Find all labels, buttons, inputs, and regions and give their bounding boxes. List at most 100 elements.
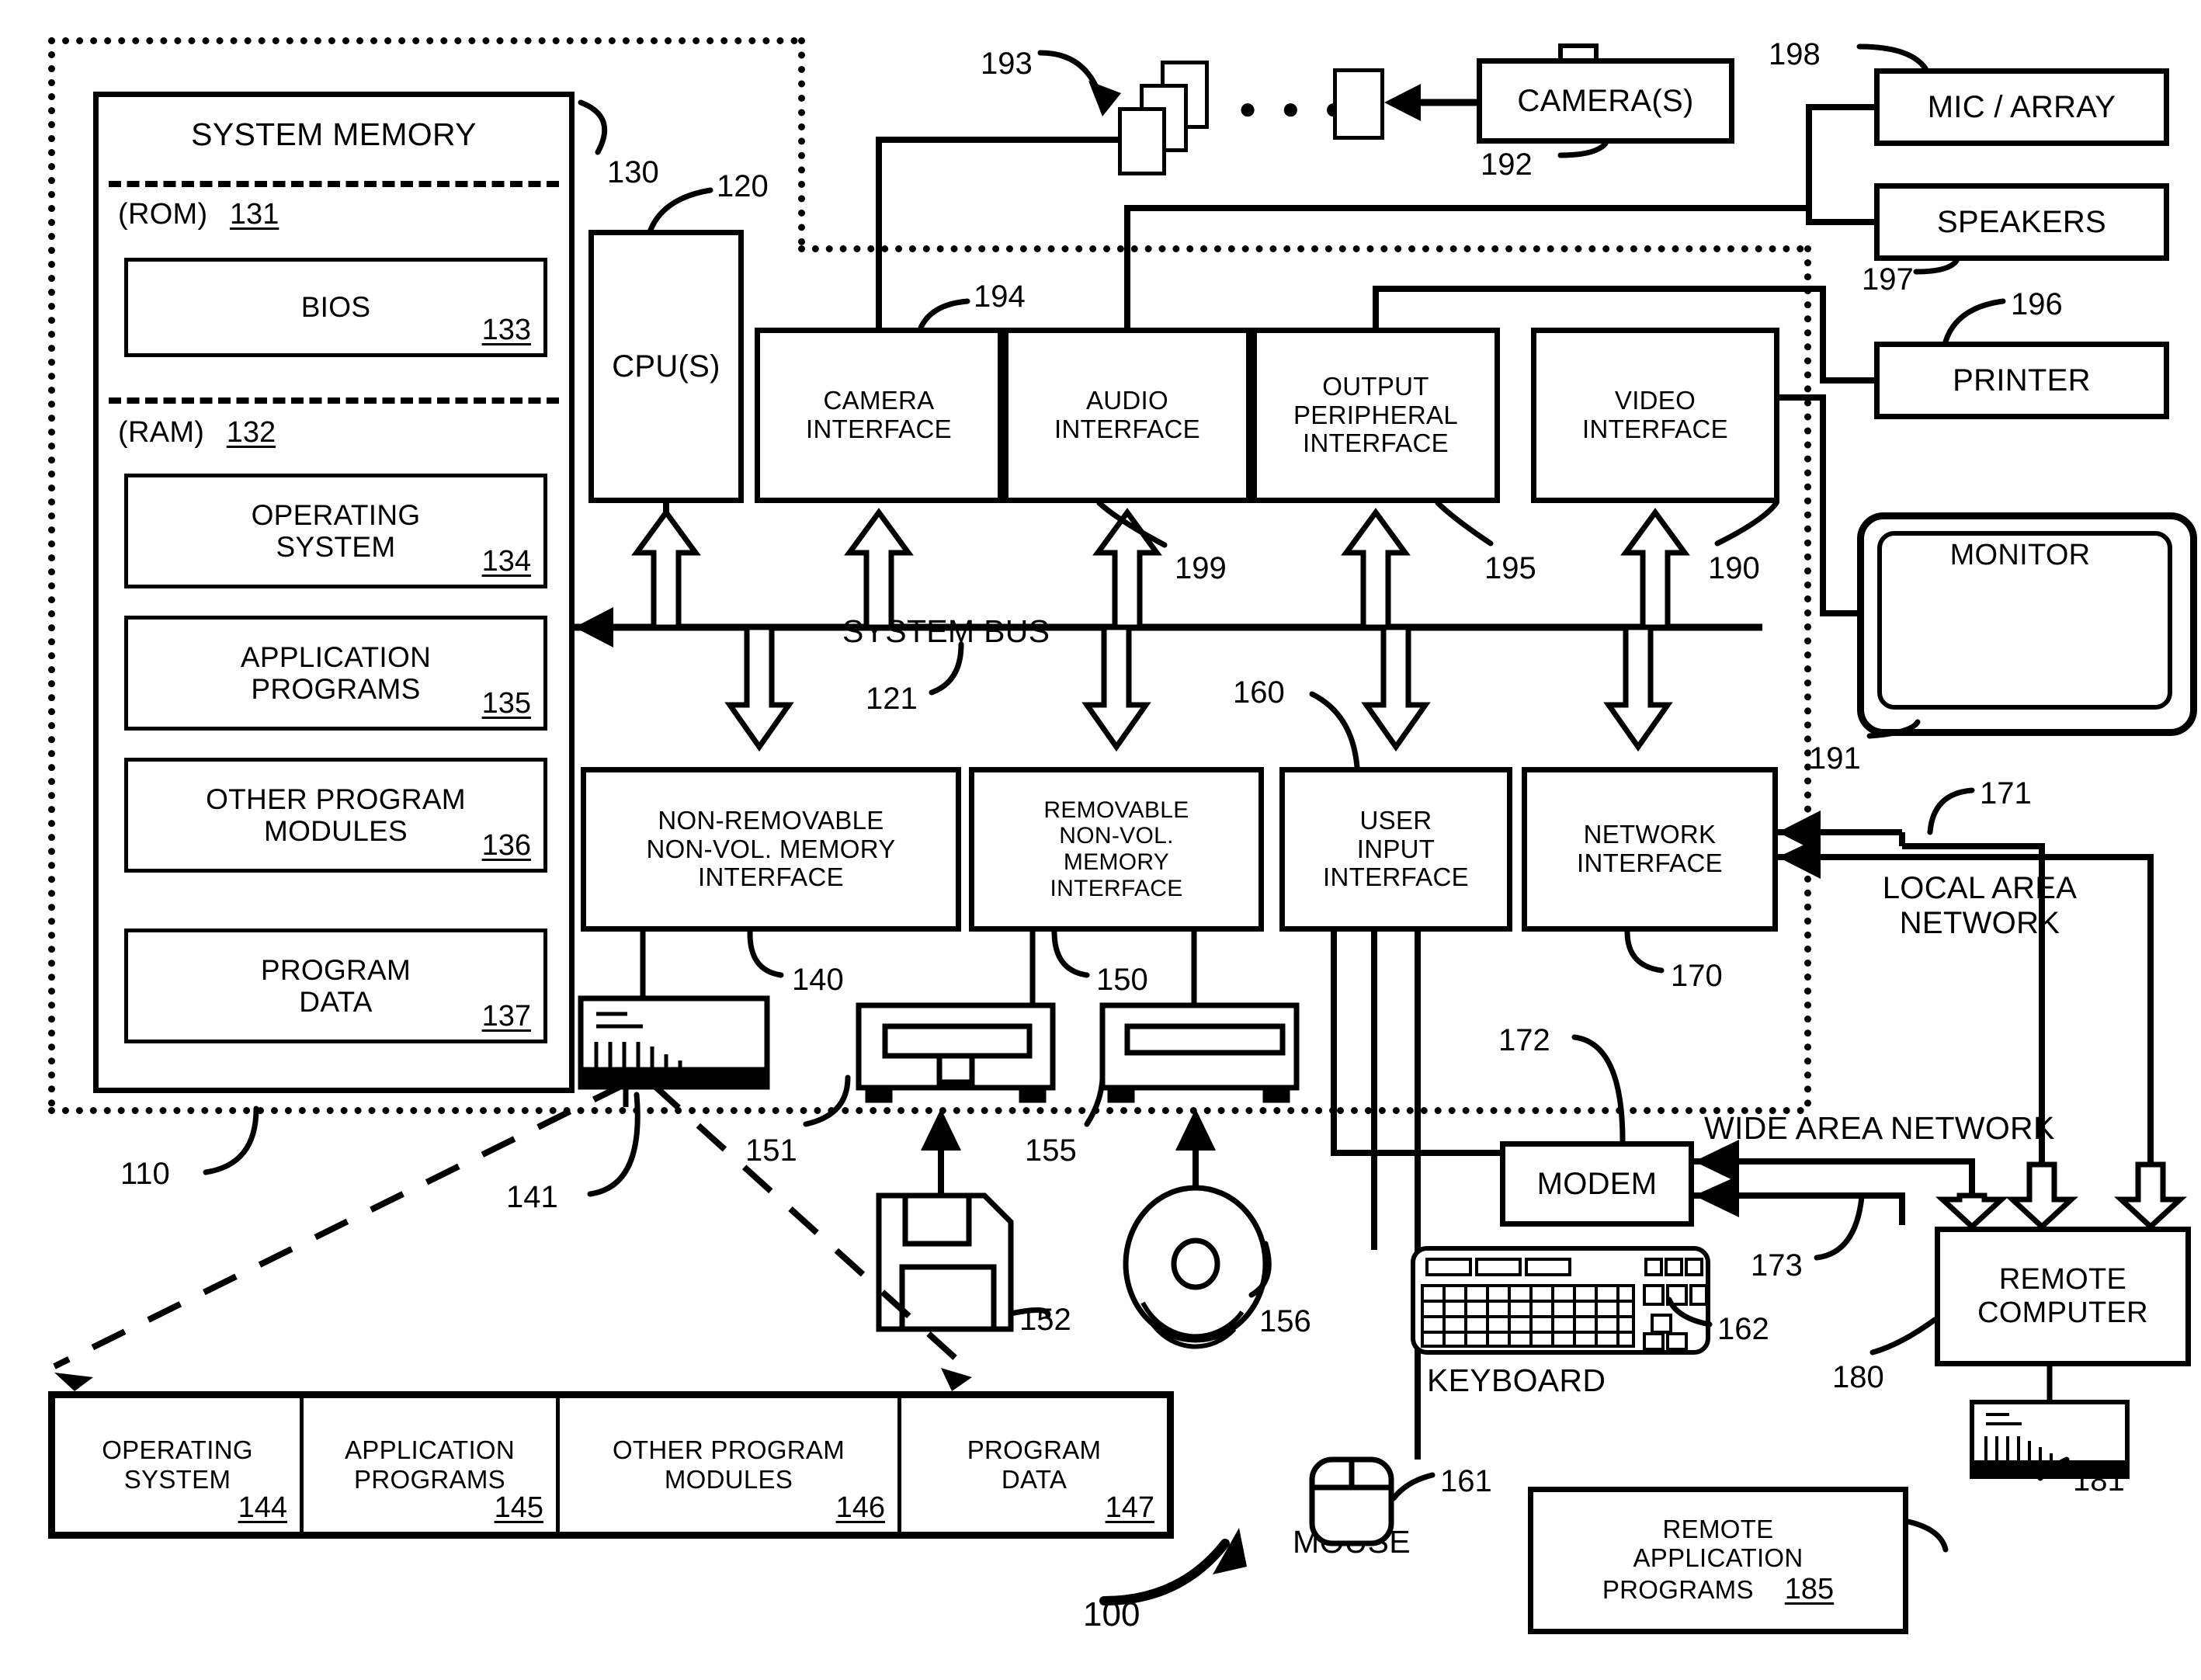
other-program-modules-box: OTHER PROGRAM MODULES 136 — [124, 758, 547, 873]
network-line1: NETWORK — [1583, 820, 1717, 849]
camera-array-icon-last — [1333, 68, 1384, 140]
disk-modules-line1: OTHER PROGRAM — [612, 1435, 845, 1465]
rom-separator — [109, 181, 559, 187]
ram-separator — [109, 397, 559, 404]
ref-198: 198 — [1769, 37, 1821, 71]
cpu-box: CPU(S) — [588, 230, 744, 503]
disk-os-line1: OPERATING — [102, 1435, 253, 1465]
bios-box: BIOS 133 — [124, 258, 547, 357]
nonremovable-line1: NON-REMOVABLE — [658, 805, 884, 835]
nonremovable-line2: NON-VOL. MEMORY — [646, 834, 896, 863]
video-interface-line2: INTERFACE — [1582, 415, 1728, 443]
ref-191: 191 — [1809, 741, 1861, 776]
computer-boundary-mid — [798, 245, 1804, 252]
ref-181: 181 — [2073, 1463, 2125, 1498]
ref-195: 195 — [1484, 551, 1536, 585]
disk-data-line2: DATA — [1001, 1465, 1068, 1494]
computer-boundary-right — [1804, 245, 1811, 1107]
rom-label-group: (ROM) 131 — [118, 198, 279, 231]
remote-apps-line3-row: PROGRAMS 185 — [1602, 1573, 1834, 1606]
non-removable-memory-interface-box: NON-REMOVABLE NON-VOL. MEMORY INTERFACE — [581, 767, 961, 932]
wan-label: WIDE AREA NETWORK — [1704, 1110, 2055, 1146]
speakers-label: SPEAKERS — [1936, 204, 2107, 239]
remote-apps-line2: APPLICATION — [1633, 1543, 1804, 1572]
user-input-interface-box: USER INPUT INTERFACE — [1279, 767, 1512, 932]
ref-134: 134 — [481, 545, 531, 578]
ref-140: 140 — [792, 963, 844, 997]
computer-boundary-bottom-left — [48, 1107, 1337, 1114]
ref-170: 170 — [1671, 959, 1723, 993]
other-program-modules-line1: OTHER PROGRAM — [206, 783, 466, 815]
ref-150: 150 — [1096, 963, 1148, 997]
ref-172: 172 — [1498, 1023, 1550, 1057]
cpu-label: CPU(S) — [612, 349, 720, 384]
network-interface-box: NETWORK INTERFACE — [1522, 767, 1778, 932]
ref-199: 199 — [1175, 551, 1227, 585]
cameras-label: CAMERA(S) — [1517, 83, 1694, 118]
ref-145: 145 — [494, 1491, 543, 1525]
ref-100: 100 — [1083, 1595, 1140, 1633]
ref-194: 194 — [974, 279, 1026, 314]
ref-197: 197 — [1862, 262, 1914, 297]
removable-line4: INTERFACE — [1050, 875, 1183, 901]
nonremovable-line3: INTERFACE — [698, 863, 844, 892]
ref-131: 131 — [229, 198, 279, 231]
camera-array-icon-1 — [1118, 107, 1166, 175]
program-data-box: PROGRAM DATA 137 — [124, 929, 547, 1043]
cameras-box: CAMERA(S) — [1477, 58, 1734, 144]
ref-132: 132 — [226, 416, 276, 449]
remote-apps-line3: PROGRAMS — [1602, 1574, 1754, 1604]
remote-computer-box: REMOTE COMPUTER — [1935, 1227, 2191, 1366]
mic-array-box: MIC / ARRAY — [1874, 68, 2169, 146]
printer-label: PRINTER — [1953, 363, 2091, 397]
mic-array-label: MIC / ARRAY — [1927, 89, 2116, 124]
userinput-line3: INTERFACE — [1323, 863, 1469, 892]
computer-boundary-upper-step — [798, 37, 805, 245]
ref-185: 185 — [1784, 1572, 1835, 1605]
output-peripheral-interface-box: OUTPUT PERIPHERAL INTERFACE — [1252, 328, 1500, 503]
disk-apps-line2: PROGRAMS — [354, 1465, 505, 1494]
removable-line2: NON-VOL. — [1059, 823, 1174, 849]
speakers-box: SPEAKERS — [1874, 183, 2169, 261]
disk-os-line2: SYSTEM — [123, 1465, 231, 1494]
monitor-label: MONITOR — [1949, 539, 2091, 571]
ref-151: 151 — [745, 1133, 797, 1168]
ref-141: 141 — [506, 1180, 558, 1214]
operating-system-line2: SYSTEM — [276, 531, 396, 563]
operating-system-line1: OPERATING — [251, 498, 421, 531]
operating-system-box: OPERATING SYSTEM 134 — [124, 474, 547, 588]
other-program-modules-line2: MODULES — [263, 815, 408, 847]
system-bus-label: SYSTEM BUS — [842, 613, 1050, 649]
keyboard-label: KEYBOARD — [1427, 1362, 1606, 1398]
ref-171: 171 — [1980, 776, 2032, 810]
ref-130: 130 — [607, 155, 659, 189]
ref-162: 162 — [1717, 1312, 1769, 1346]
ref-144: 144 — [238, 1491, 287, 1525]
computer-boundary-left — [48, 37, 55, 1107]
network-line2: INTERFACE — [1577, 849, 1723, 877]
audio-interface-box: AUDIO INTERFACE — [1003, 328, 1252, 503]
disk-apps-line1: APPLICATION — [344, 1435, 516, 1465]
camera-interface-line1: CAMERA — [823, 386, 935, 415]
remote-computer-line1: REMOTE — [1998, 1263, 2127, 1296]
disk-contents-table: OPERATING SYSTEM 144 APPLICATION PROGRAM… — [48, 1391, 1174, 1539]
audio-interface-line2: INTERFACE — [1054, 415, 1200, 443]
disk-contents-cell: OTHER PROGRAM MODULES 146 — [560, 1398, 901, 1532]
video-interface-line1: VIDEO — [1614, 386, 1696, 415]
video-interface-box: VIDEO INTERFACE — [1531, 328, 1779, 503]
ref-193: 193 — [981, 47, 1033, 81]
disk-modules-line2: MODULES — [664, 1465, 793, 1494]
printer-box: PRINTER — [1874, 342, 2169, 419]
modem-label: MODEM — [1536, 1166, 1658, 1201]
application-programs-line2: PROGRAMS — [251, 673, 421, 705]
removable-line3: MEMORY — [1063, 849, 1170, 875]
userinput-line1: USER — [1359, 805, 1432, 835]
bios-label: BIOS — [300, 291, 371, 324]
ref-196: 196 — [2011, 287, 2063, 321]
ref-121: 121 — [866, 682, 918, 716]
mouse-label: MOUSE — [1293, 1524, 1411, 1560]
remote-apps-line1: REMOTE — [1662, 1514, 1774, 1543]
ram-label: (RAM) — [118, 416, 205, 449]
lan-line2: NETWORK — [1899, 906, 2060, 940]
ref-137: 137 — [481, 1000, 531, 1033]
